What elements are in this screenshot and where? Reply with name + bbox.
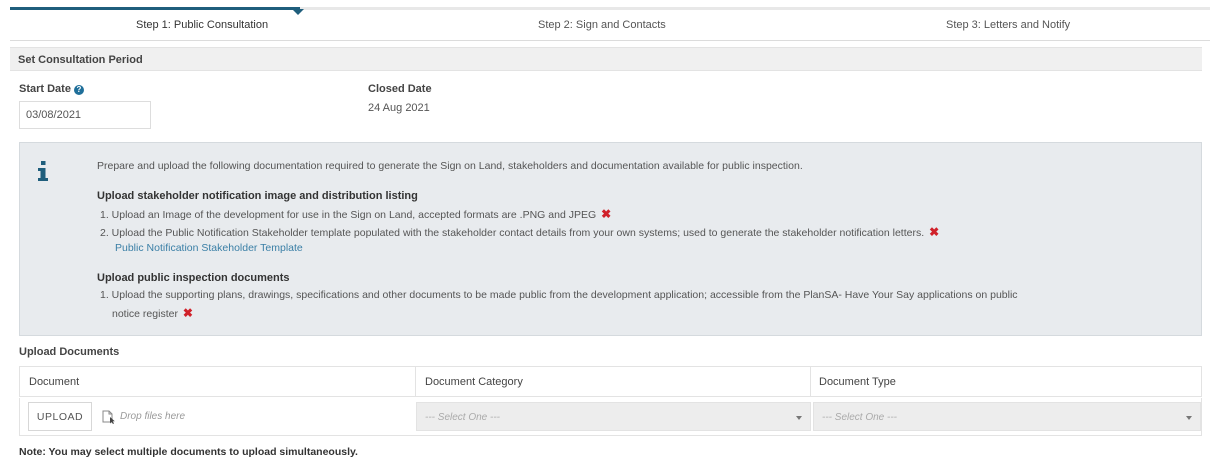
upload-documents-title: Upload Documents — [19, 346, 120, 358]
step-1-public-consultation[interactable]: Step 1: Public Consultation — [136, 19, 268, 31]
column-header-document-category: Document Category — [425, 376, 523, 388]
info-icon — [38, 161, 48, 181]
closed-date-label: Closed Date — [368, 83, 432, 95]
document-category-select[interactable]: --- Select One --- — [416, 402, 811, 431]
column-divider — [415, 367, 416, 396]
stepper-active-caret-icon — [292, 9, 304, 15]
step-2-sign-and-contacts[interactable]: Step 2: Sign and Contacts — [538, 19, 666, 31]
instruction-item-documents-cont-text: notice register — [112, 308, 178, 320]
column-header-document-type: Document Type — [819, 376, 896, 388]
document-category-placeholder: --- Select One --- — [425, 412, 501, 423]
missing-x-icon: ✖ — [182, 306, 193, 320]
document-type-placeholder: --- Select One --- — [822, 412, 898, 423]
column-header-document: Document — [29, 376, 80, 388]
instruction-item-template: 2. Upload the Public Notification Stakeh… — [100, 225, 939, 239]
instruction-item-template-text: 2. Upload the Public Notification Stakeh… — [100, 227, 925, 239]
chevron-down-icon — [1186, 416, 1192, 420]
document-type-select[interactable]: --- Select One --- — [813, 402, 1201, 431]
stepper-progress-bar — [10, 7, 300, 10]
instruction-item-image: 1. Upload an Image of the development fo… — [100, 207, 611, 221]
public-inspection-heading: Upload public inspection documents — [97, 272, 290, 284]
info-intro-text: Prepare and upload the following documen… — [97, 160, 803, 172]
step-3-letters-and-notify[interactable]: Step 3: Letters and Notify — [946, 19, 1070, 31]
section-title: Set Consultation Period — [18, 54, 143, 66]
info-panel: Prepare and upload the following documen… — [19, 142, 1202, 336]
missing-x-icon: ✖ — [601, 207, 612, 221]
upload-table-header: Document Document Category Document Type — [19, 366, 1202, 397]
upload-row: UPLOAD Drop files here --- Select One --… — [19, 398, 1202, 436]
progress-stepper: Step 1: Public Consultation Step 2: Sign… — [0, 0, 1210, 41]
missing-x-icon: ✖ — [929, 225, 940, 239]
drop-files-text: Drop files here — [120, 411, 186, 422]
instruction-item-documents-cont: notice register ✖ — [112, 306, 193, 320]
start-date-label: Start Date — [19, 83, 71, 95]
drop-file-icon — [102, 410, 115, 424]
upload-note: Note: You may select multiple documents … — [19, 446, 358, 458]
chevron-down-icon — [796, 416, 802, 420]
section-header: Set Consultation Period — [10, 47, 1202, 71]
closed-date-value: 24 Aug 2021 — [368, 102, 430, 114]
help-icon[interactable]: ? — [73, 85, 84, 95]
start-date-label-group: Start Date? — [19, 83, 84, 95]
stepper-divider — [10, 40, 1210, 41]
instruction-item-image-text: 1. Upload an Image of the development fo… — [100, 209, 597, 221]
drop-zone[interactable]: Drop files here — [96, 402, 413, 431]
instruction-item-documents: 1. Upload the supporting plans, drawings… — [100, 289, 1018, 301]
upload-button[interactable]: UPLOAD — [28, 402, 92, 431]
stakeholder-upload-heading: Upload stakeholder notification image an… — [97, 190, 418, 202]
start-date-input[interactable] — [19, 101, 151, 129]
stakeholder-template-link[interactable]: Public Notification Stakeholder Template — [115, 242, 303, 254]
column-divider — [810, 367, 811, 396]
